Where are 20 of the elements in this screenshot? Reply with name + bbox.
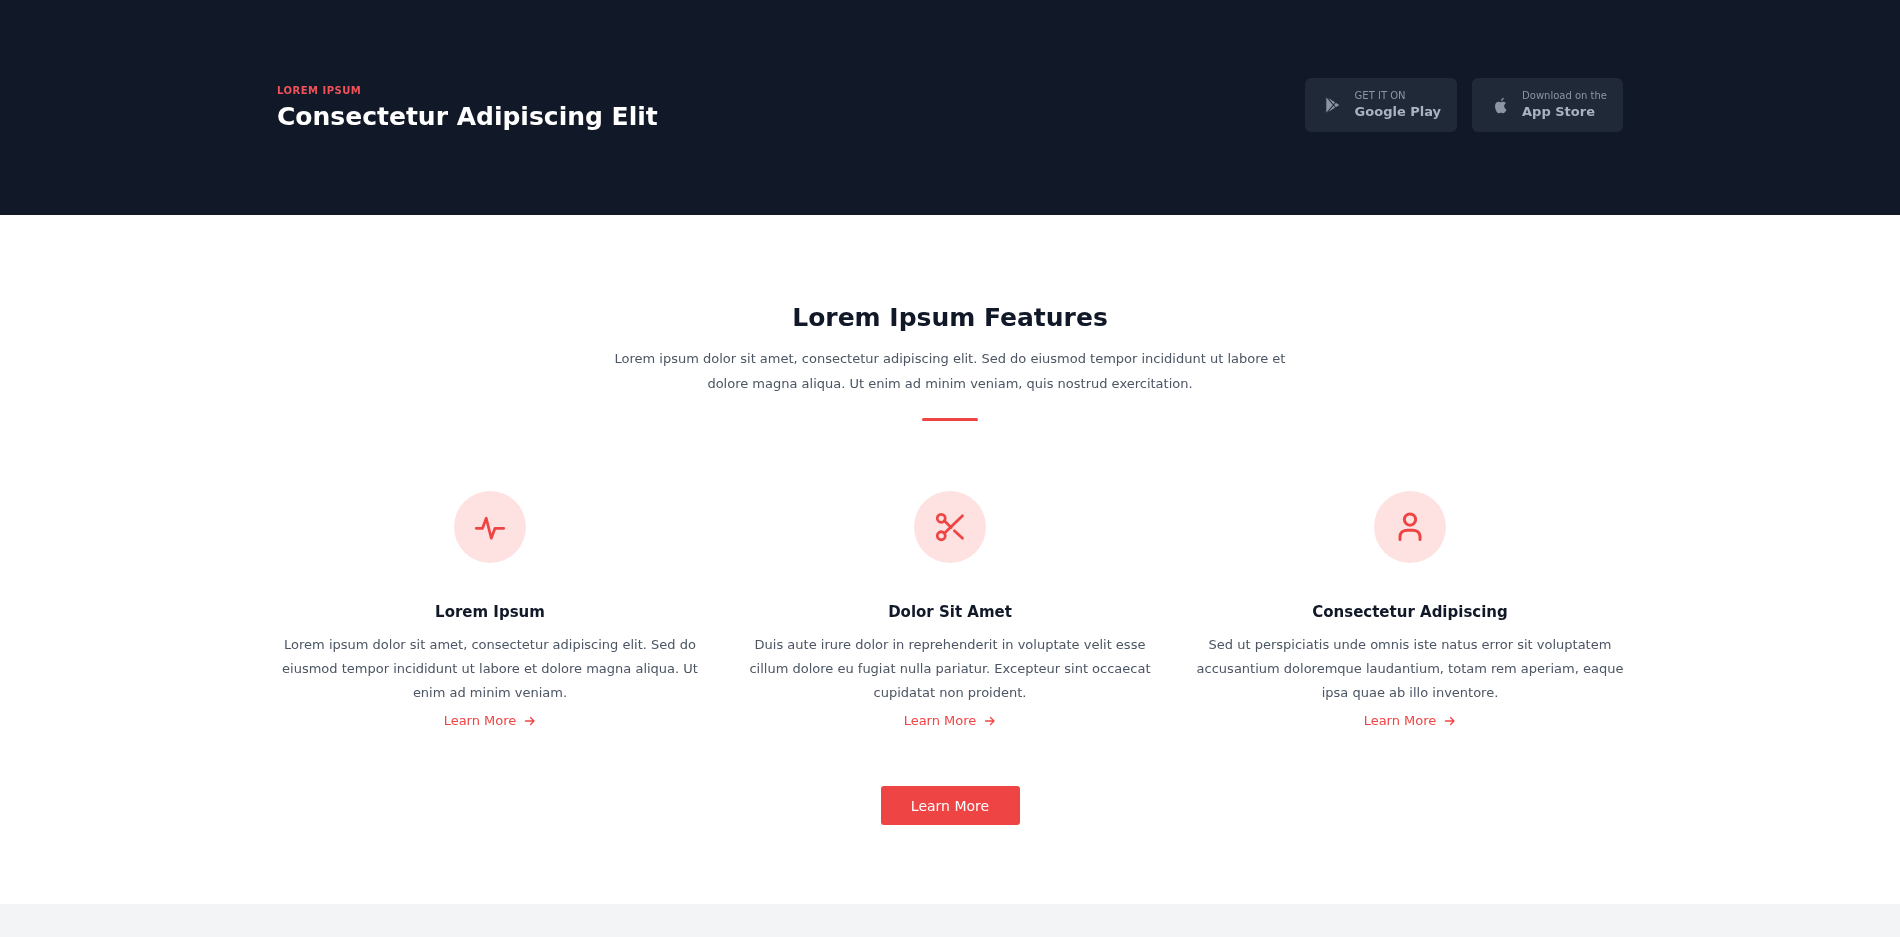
feature-title: Consectetur Adipiscing: [1312, 603, 1508, 621]
section-title: Lorem Ipsum Features: [792, 303, 1108, 332]
learn-more-button[interactable]: Learn More: [880, 786, 1020, 825]
google-play-button[interactable]: GET IT ON Google Play: [1304, 77, 1458, 132]
feature-title: Dolor Sit Amet: [888, 603, 1012, 621]
accent-line: [922, 418, 978, 421]
arrow-right-icon: [1444, 714, 1457, 727]
arrow-right-icon: [984, 714, 997, 727]
page-title: Consectetur Adipiscing Elit: [277, 101, 658, 131]
eyebrow-label: LOREM IPSUM: [277, 84, 363, 96]
learn-more-link[interactable]: Learn More: [903, 713, 997, 728]
learn-more-link[interactable]: Learn More: [1363, 713, 1457, 728]
app-store-button[interactable]: Download on the App Store: [1472, 77, 1623, 132]
section-intro: Lorem ipsum dolor sit amet, consectetur adipiscing elit. Sed do eiusmod tempor incididunt ut labore et dolore magna aliqua. Ut enim ad minim veniam, quis nostrud exercitation.: [613, 350, 1287, 393]
feature-description: Duis aute irure dolor in reprehenderit in voluptate velit esse cillum dolore eu fugiat nulla pariatur. Excepteur sint occaecat cupidatat non proident.: [748, 636, 1152, 702]
arrow-right-icon: [524, 714, 537, 727]
feature-title: Lorem Ipsum: [435, 603, 545, 621]
feature-description: Sed ut perspiciatis unde omnis iste natus error sit voluptatem accusantium doloremque laudantium, totam rem aperiam, eaque ipsa quae ab illo inventore.: [1195, 636, 1625, 702]
feature-description: Lorem ipsum dolor sit amet, consectetur adipiscing elit. Sed do eiusmod tempor incididunt ut labore et dolore magna aliqua. Ut enim ad minim veniam.: [281, 636, 699, 702]
learn-more-link[interactable]: Learn More: [443, 713, 537, 728]
